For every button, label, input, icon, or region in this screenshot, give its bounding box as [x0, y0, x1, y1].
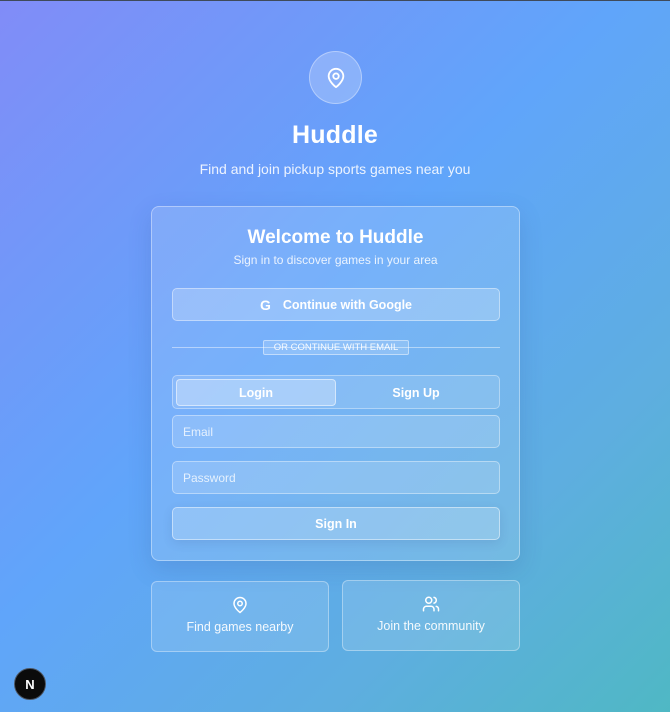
nextjs-badge[interactable]: N	[14, 668, 46, 700]
card-subtitle: Sign in to discover games in your area	[233, 253, 438, 267]
feature-join-community[interactable]: Join the community	[342, 580, 520, 651]
logo-badge	[309, 51, 362, 104]
google-icon: G	[259, 296, 271, 313]
app-title: Huddle	[292, 121, 378, 149]
map-pin-icon	[233, 596, 247, 614]
card-title: Welcome to Huddle	[247, 227, 424, 248]
top-border	[0, 0, 670, 1]
auth-tabs: Login Sign Up	[172, 375, 500, 409]
feature-label: Join the community	[377, 619, 485, 633]
tab-signup[interactable]: Sign Up	[336, 379, 496, 406]
google-signin-button[interactable]: G Continue with Google	[172, 288, 500, 321]
auth-card: Welcome to Huddle Sign in to discover ga…	[151, 206, 520, 561]
feature-find-games[interactable]: Find games nearby	[151, 581, 329, 652]
tab-login[interactable]: Login	[176, 379, 336, 406]
map-pin-icon	[327, 67, 344, 88]
divider-label: OR CONTINUE WITH EMAIL	[263, 340, 409, 355]
google-button-label: Continue with Google	[282, 297, 413, 312]
email-field[interactable]	[172, 415, 500, 448]
app-subtitle: Find and join pickup sports games near y…	[199, 161, 471, 177]
sign-in-button[interactable]: Sign In	[172, 507, 500, 540]
feature-label: Find games nearby	[186, 620, 294, 634]
password-field[interactable]	[172, 461, 500, 494]
users-icon	[422, 596, 440, 612]
